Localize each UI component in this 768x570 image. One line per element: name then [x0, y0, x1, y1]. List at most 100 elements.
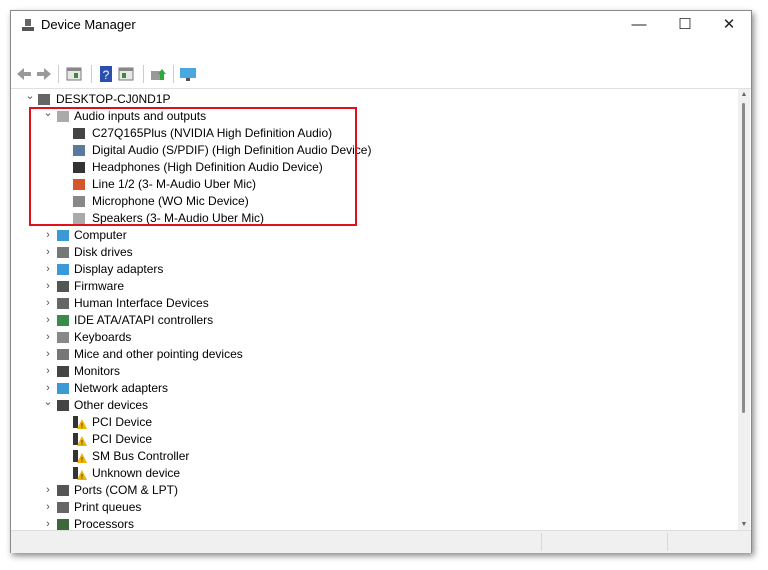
computer-icon: [38, 94, 50, 105]
chevron-right-icon[interactable]: ›: [43, 312, 53, 329]
forward-icon[interactable]: [35, 65, 53, 83]
chevron-right-icon[interactable]: ›: [43, 227, 53, 244]
tree-item[interactable]: › Human Interface Devices: [13, 295, 733, 312]
svg-text:!: !: [81, 474, 83, 481]
tree-item[interactable]: › Keyboards: [13, 329, 733, 346]
warning-device-icon: !: [73, 433, 87, 447]
maximize-button[interactable]: ☐: [663, 11, 707, 41]
chevron-right-icon[interactable]: ›: [43, 278, 53, 295]
tree-item[interactable]: › IDE ATA/ATAPI controllers: [13, 312, 733, 329]
properties-icon[interactable]: [65, 65, 83, 83]
vertical-scrollbar[interactable]: ▲ ▼: [738, 89, 750, 530]
tree-item[interactable]: › Firmware: [13, 278, 733, 295]
svg-text:!: !: [81, 457, 83, 464]
computer-monitor-icon: [57, 230, 69, 241]
scroll-down-arrow[interactable]: ▼: [738, 521, 750, 528]
chevron-right-icon[interactable]: ›: [43, 482, 53, 499]
scroll-up-arrow[interactable]: ▲: [738, 91, 750, 98]
tree-item-label: Other devices: [74, 398, 149, 412]
tree-item[interactable]: › Mice and other pointing devices: [13, 346, 733, 363]
tree-item[interactable]: › Processors: [13, 516, 733, 530]
chevron-right-icon[interactable]: ›: [43, 363, 53, 380]
scrollbar-thumb[interactable]: [742, 103, 745, 413]
tree-item-label: Human Interface Devices: [74, 296, 209, 310]
tree-item-label: PCI Device: [92, 415, 153, 429]
firmware-icon: [57, 281, 69, 292]
monitor-icon[interactable]: [179, 65, 197, 83]
tree-item-label: Firmware: [74, 279, 124, 293]
warning-device-icon: !: [73, 416, 87, 430]
tree-item[interactable]: › Disk drives: [13, 244, 733, 261]
tree-item[interactable]: › Display adapters: [13, 261, 733, 278]
menu-bar: [11, 41, 751, 61]
tree-item-label: Network adapters: [74, 381, 169, 395]
back-icon[interactable]: [15, 65, 33, 83]
chevron-right-icon[interactable]: ›: [43, 295, 53, 312]
warning-device-icon: !: [73, 450, 87, 464]
toolbar-separator: [173, 65, 174, 83]
toolbar-separator: [91, 65, 92, 83]
minimize-button[interactable]: —: [617, 11, 661, 41]
hid-icon: [57, 298, 69, 309]
tree-item[interactable]: › Print queues: [13, 499, 733, 516]
svg-text:!: !: [81, 440, 83, 447]
tree-item-label: Disk drives: [74, 245, 133, 259]
port-icon: [57, 485, 69, 496]
chevron-down-icon[interactable]: ⌄: [25, 91, 35, 108]
tree-item[interactable]: › Ports (COM & LPT): [13, 482, 733, 499]
ide-controller-icon: [57, 315, 69, 326]
tree-item-label: Unknown device: [92, 466, 181, 480]
tree-item-label: PCI Device: [92, 432, 153, 446]
toolbar-separator: [58, 65, 59, 83]
svg-text:!: !: [81, 423, 83, 430]
chevron-right-icon[interactable]: ›: [43, 261, 53, 278]
svg-text:?: ?: [103, 68, 110, 82]
title-bar: Device Manager — ☐ ✕: [11, 11, 751, 41]
processor-icon: [57, 519, 69, 530]
tree-item-label: Keyboards: [74, 330, 132, 344]
toolbar: ?: [11, 61, 751, 89]
highlight-box: [29, 107, 357, 226]
printer-icon: [57, 502, 69, 513]
tree-item-label: IDE ATA/ATAPI controllers: [74, 313, 214, 327]
other-devices-icon: [57, 400, 69, 411]
help-icon[interactable]: ?: [97, 65, 115, 83]
tree-item[interactable]: › Network adapters: [13, 380, 733, 397]
chevron-right-icon[interactable]: ›: [43, 244, 53, 261]
tree-item[interactable]: ! SM Bus Controller: [13, 448, 733, 465]
mouse-icon: [57, 349, 69, 360]
chevron-right-icon[interactable]: ›: [43, 499, 53, 516]
device-manager-icon: [22, 19, 34, 31]
tree-item[interactable]: ! PCI Device: [13, 414, 733, 431]
keyboard-icon: [57, 332, 69, 343]
tree-item-label: Ports (COM & LPT): [74, 483, 179, 497]
chevron-right-icon[interactable]: ›: [43, 329, 53, 346]
tree-item-label: Computer: [74, 228, 127, 242]
tree-item[interactable]: ! PCI Device: [13, 431, 733, 448]
status-bar: [11, 530, 751, 553]
close-button[interactable]: ✕: [707, 11, 751, 41]
disk-drive-icon: [57, 247, 69, 258]
tree-item-label: DESKTOP-CJ0ND1P: [56, 92, 171, 106]
chevron-right-icon[interactable]: ›: [43, 380, 53, 397]
tree-item-label: Processors: [74, 517, 135, 530]
status-cell: [667, 533, 668, 551]
update-driver-icon[interactable]: [149, 65, 167, 83]
chevron-right-icon[interactable]: ›: [43, 516, 53, 530]
warning-device-icon: !: [73, 467, 87, 481]
network-adapter-icon: [57, 383, 69, 394]
view-icon[interactable]: [117, 65, 135, 83]
tree-item[interactable]: ! Unknown device: [13, 465, 733, 482]
tree-item[interactable]: › Monitors: [13, 363, 733, 380]
tree-item-label: Display adapters: [74, 262, 164, 276]
tree-item-label: SM Bus Controller: [92, 449, 190, 463]
chevron-right-icon[interactable]: ›: [43, 346, 53, 363]
chevron-down-icon[interactable]: ⌄: [43, 397, 53, 414]
device-manager-window: Device Manager — ☐ ✕ ? ⌄ DESKTOP-CJ0ND1P ⌄…: [10, 10, 752, 553]
tree-item[interactable]: ⌄ DESKTOP-CJ0ND1P: [13, 91, 733, 108]
display-adapter-icon: [57, 264, 69, 275]
tree-item-label: Mice and other pointing devices: [74, 347, 243, 361]
tree-item[interactable]: › Computer: [13, 227, 733, 244]
tree-item-label: Monitors: [74, 364, 121, 378]
tree-item[interactable]: ⌄ Other devices: [13, 397, 733, 414]
